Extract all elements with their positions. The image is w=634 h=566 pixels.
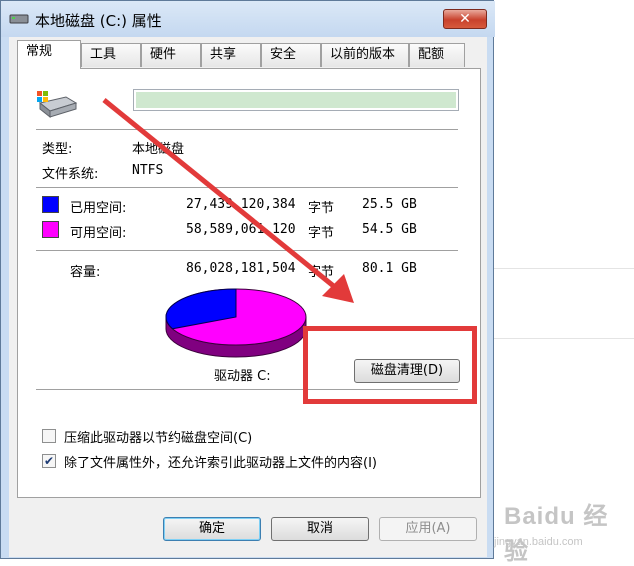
separator bbox=[36, 129, 458, 130]
volume-name-input[interactable] bbox=[133, 89, 459, 111]
general-tab-panel: 类型: 本地磁盘 文件系统: NTFS 已用空间: 27,439,120,384… bbox=[17, 68, 481, 498]
capacity-unit: 字节 bbox=[308, 265, 335, 280]
watermark-brand: Baidu 经验 bbox=[504, 503, 609, 565]
file-system-value: NTFS bbox=[132, 163, 164, 178]
drive-icon bbox=[9, 14, 29, 24]
close-button[interactable]: ✕ bbox=[443, 9, 487, 29]
tab-previous-versions[interactable]: 以前的版本 bbox=[321, 43, 409, 67]
close-icon: ✕ bbox=[459, 11, 471, 27]
tab-sharing[interactable]: 共享 bbox=[201, 43, 261, 67]
tab-tools[interactable]: 工具 bbox=[81, 43, 141, 67]
title-bar: 本地磁盘 (C:) 属性 ✕ bbox=[1, 1, 495, 37]
separator bbox=[36, 250, 458, 251]
watermark: Baidu 经验 jingyan.baidu.com bbox=[480, 492, 630, 565]
used-space-swatch bbox=[42, 196, 59, 213]
type-value: 本地磁盘 bbox=[132, 142, 185, 157]
used-space-label: 已用空间: bbox=[70, 201, 127, 216]
background-panel bbox=[494, 0, 634, 559]
index-label: 除了文件属性外，还允许索引此驱动器上文件的内容(I) bbox=[64, 456, 377, 471]
checkmark-icon: ✔ bbox=[43, 454, 55, 468]
used-space-size: 25.5 GB bbox=[362, 197, 417, 212]
capacity-label: 容量: bbox=[70, 265, 101, 280]
divider bbox=[494, 268, 634, 269]
compress-label: 压缩此驱动器以节约磁盘空间(C) bbox=[64, 431, 253, 446]
properties-window: 本地磁盘 (C:) 属性 ✕ 常规 工具 硬件 共享 安全 以前的版本 配额 类… bbox=[0, 0, 495, 559]
dialog-client: 常规 工具 硬件 共享 安全 以前的版本 配额 类型: 本地磁盘 文件系统: N… bbox=[9, 37, 487, 557]
file-system-label: 文件系统: bbox=[42, 167, 99, 182]
free-space-swatch bbox=[42, 221, 59, 238]
index-checkbox[interactable]: ✔ bbox=[42, 454, 56, 468]
disk-usage-pie-chart bbox=[165, 288, 307, 358]
window-title: 本地磁盘 (C:) 属性 bbox=[35, 12, 162, 30]
cancel-button[interactable]: 取消 bbox=[271, 517, 369, 541]
tab-quota[interactable]: 配额 bbox=[409, 43, 465, 67]
used-space-bytes: 27,439,120,384 bbox=[186, 197, 296, 212]
tab-security[interactable]: 安全 bbox=[261, 43, 321, 67]
annotation-highlight-box bbox=[303, 326, 477, 404]
apply-button[interactable]: 应用(A) bbox=[379, 517, 477, 541]
tab-general[interactable]: 常规 bbox=[17, 40, 81, 69]
free-space-bytes: 58,589,061,120 bbox=[186, 222, 296, 237]
type-label: 类型: bbox=[42, 142, 73, 157]
free-space-label: 可用空间: bbox=[70, 226, 127, 241]
separator bbox=[36, 187, 458, 188]
compress-checkbox[interactable] bbox=[42, 429, 56, 443]
watermark-url: jingyan.baidu.com bbox=[494, 536, 583, 548]
used-space-unit: 字节 bbox=[308, 201, 335, 216]
free-space-size: 54.5 GB bbox=[362, 222, 417, 237]
ok-button[interactable]: 确定 bbox=[163, 517, 261, 541]
capacity-bytes: 86,028,181,504 bbox=[186, 261, 296, 276]
capacity-size: 80.1 GB bbox=[362, 261, 417, 276]
volume-name-value bbox=[136, 92, 456, 108]
divider bbox=[494, 338, 634, 339]
hard-drive-icon bbox=[37, 91, 78, 119]
free-space-unit: 字节 bbox=[308, 226, 335, 241]
drive-label: 驱动器 C: bbox=[214, 369, 271, 384]
tab-hardware[interactable]: 硬件 bbox=[141, 43, 201, 67]
